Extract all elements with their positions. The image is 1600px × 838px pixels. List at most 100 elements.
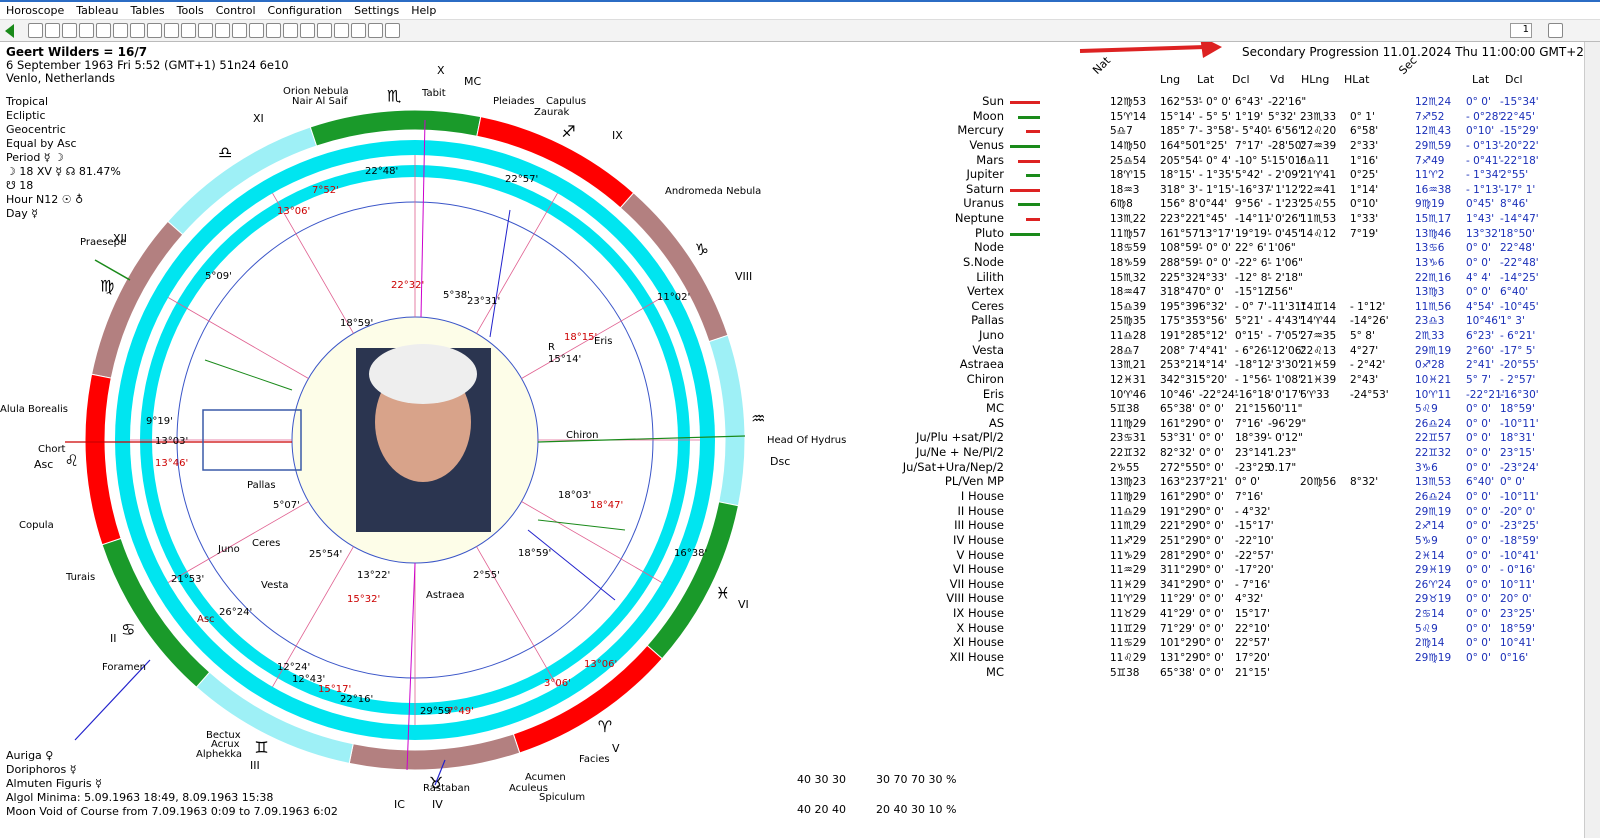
table-row-label[interactable]: Ju/Sat+Ura/Nep/2 bbox=[864, 461, 1004, 474]
table-row-label[interactable]: Pallas bbox=[864, 315, 1004, 327]
table-row-label[interactable]: Chiron bbox=[864, 373, 1004, 386]
table-row-label[interactable]: Sun bbox=[864, 95, 1004, 108]
secondary-declination: -16°30' bbox=[1500, 388, 1539, 401]
table-row-label[interactable]: Mars bbox=[864, 154, 1004, 167]
toolbar-button[interactable] bbox=[130, 23, 145, 38]
table-row-label[interactable]: Eris bbox=[864, 388, 1004, 401]
toolbar-button[interactable] bbox=[181, 23, 196, 38]
toolbar-button[interactable] bbox=[351, 23, 366, 38]
table-row-label[interactable]: V House bbox=[864, 549, 1004, 562]
natal-latitude: 7°21' bbox=[1199, 476, 1228, 489]
zodiac-glyph: ♏ bbox=[387, 87, 401, 106]
house-label: III bbox=[250, 759, 260, 772]
table-row-label[interactable]: Ceres bbox=[864, 300, 1004, 313]
toolbar-button[interactable] bbox=[385, 23, 400, 38]
toolbar-button[interactable] bbox=[232, 23, 247, 38]
helio-latitude: 1°16' bbox=[1350, 154, 1379, 167]
toolbar-button[interactable] bbox=[317, 23, 332, 38]
table-row-label[interactable]: S.Node bbox=[864, 256, 1004, 269]
toolbar-button[interactable] bbox=[249, 23, 264, 38]
table-row-label[interactable]: Vertex bbox=[864, 286, 1004, 298]
toolbar-button[interactable] bbox=[215, 23, 230, 38]
natal-longitude: 161°57' bbox=[1160, 227, 1202, 240]
bottom-info: Almuten Figuris ☿ bbox=[6, 777, 102, 790]
vertical-scrollbar[interactable] bbox=[1584, 42, 1600, 838]
secondary-latitude: 0° 0' bbox=[1466, 447, 1491, 460]
helio-latitude: 1°14' bbox=[1350, 183, 1379, 196]
toolbar-button[interactable] bbox=[283, 23, 298, 38]
table-row-label[interactable]: Ju/Ne + Ne/Pl/2 bbox=[864, 447, 1004, 459]
secondary-position: 7♐52 bbox=[1415, 110, 1445, 123]
natal-longitude: 223°22' bbox=[1160, 213, 1202, 226]
natal-latitude: - 5° 5' bbox=[1199, 110, 1231, 123]
table-row-label[interactable]: PL/Ven MP bbox=[864, 476, 1004, 488]
table-row-label[interactable]: MC bbox=[864, 403, 1004, 415]
toolbar-button[interactable] bbox=[113, 23, 128, 38]
toolbar-button[interactable] bbox=[62, 23, 77, 38]
table-row-label[interactable]: VIII House bbox=[864, 593, 1004, 605]
secondary-latitude: - 1°13' bbox=[1466, 183, 1502, 196]
table-row-label[interactable]: Pluto bbox=[864, 227, 1004, 240]
zodiac-glyph: ♍ bbox=[100, 277, 114, 296]
natal-declination: - 7°16' bbox=[1235, 578, 1271, 591]
helio-latitude: -14°26' bbox=[1350, 315, 1389, 328]
toolbar-button[interactable] bbox=[266, 23, 281, 38]
menu-tools[interactable]: Tools bbox=[171, 4, 210, 17]
menu-control[interactable]: Control bbox=[210, 4, 262, 17]
table-row-label[interactable]: Moon bbox=[864, 110, 1004, 123]
table-row-label[interactable]: Saturn bbox=[864, 183, 1004, 196]
natal-latitude: 3°56' bbox=[1199, 315, 1228, 328]
toolbar-button[interactable] bbox=[198, 23, 213, 38]
table-row-label[interactable]: XII House bbox=[864, 651, 1004, 664]
secondary-position: 10♈11 bbox=[1415, 388, 1452, 401]
toolbar-button[interactable] bbox=[79, 23, 94, 38]
table-row-label[interactable]: Ju/Plu +sat/Pl/2 bbox=[864, 432, 1004, 444]
table-row-label[interactable]: AS bbox=[864, 417, 1004, 430]
secondary-latitude: 0° 0' bbox=[1466, 564, 1491, 577]
menu-help[interactable]: Help bbox=[405, 4, 442, 17]
secondary-latitude: 6°40' bbox=[1466, 476, 1495, 489]
chart-setting: Period ☿ ☽ bbox=[6, 151, 64, 164]
table-row-label[interactable]: Venus bbox=[864, 139, 1004, 152]
natal-declination: 21°15' bbox=[1235, 666, 1270, 679]
toolbar-button[interactable] bbox=[45, 23, 60, 38]
natal-declination: 15°17' bbox=[1235, 608, 1270, 621]
table-row-label[interactable]: I House bbox=[864, 490, 1004, 503]
toolbar-button[interactable] bbox=[28, 23, 43, 38]
menu-configuration[interactable]: Configuration bbox=[262, 4, 349, 17]
table-row-label[interactable]: II House bbox=[864, 505, 1004, 518]
toolbar-button[interactable] bbox=[300, 23, 315, 38]
table-row-label[interactable]: III House bbox=[864, 520, 1004, 532]
table-row-label[interactable]: Lilith bbox=[864, 271, 1004, 284]
natal-longitude: 195°39' bbox=[1160, 300, 1202, 313]
menu-tableau[interactable]: Tableau bbox=[70, 4, 124, 17]
table-row-label[interactable]: Mercury bbox=[864, 125, 1004, 137]
toolbar-button[interactable] bbox=[147, 23, 162, 38]
table-row-label[interactable]: Neptune bbox=[864, 213, 1004, 225]
table-row-label[interactable]: IV House bbox=[864, 534, 1004, 547]
table-row-label[interactable]: VII House bbox=[864, 578, 1004, 591]
toolbar-button[interactable] bbox=[368, 23, 383, 38]
table-row-label[interactable]: MC bbox=[864, 666, 1004, 679]
back-arrow-icon[interactable] bbox=[5, 24, 14, 38]
table-row-label[interactable]: XI House bbox=[864, 637, 1004, 649]
table-row-label[interactable]: Jupiter bbox=[864, 169, 1005, 181]
table-row-label[interactable]: IX House bbox=[864, 608, 1004, 620]
table-row-label[interactable]: Node bbox=[864, 242, 1004, 254]
table-row-label[interactable]: Astraea bbox=[864, 359, 1004, 371]
toolbar-button[interactable] bbox=[96, 23, 111, 38]
natal-position: 11♓29 bbox=[1110, 578, 1147, 591]
menu-horoscope[interactable]: Horoscope bbox=[0, 4, 70, 17]
toolbar-button[interactable] bbox=[164, 23, 179, 38]
table-row-label[interactable]: Vesta bbox=[864, 344, 1004, 357]
table-row-label[interactable]: Uranus bbox=[864, 198, 1004, 210]
menu-tables[interactable]: Tables bbox=[124, 4, 170, 17]
menu-settings[interactable]: Settings bbox=[348, 4, 405, 17]
helio-latitude: 2°33' bbox=[1350, 139, 1379, 152]
table-row-label[interactable]: Juno bbox=[864, 330, 1004, 342]
table-row-label[interactable]: VI House bbox=[864, 564, 1004, 576]
table-row-label[interactable]: X House bbox=[864, 622, 1004, 635]
toolbar-button[interactable] bbox=[334, 23, 349, 38]
settings-icon[interactable] bbox=[1548, 23, 1563, 38]
page-number-input[interactable]: 1 bbox=[1510, 23, 1532, 38]
